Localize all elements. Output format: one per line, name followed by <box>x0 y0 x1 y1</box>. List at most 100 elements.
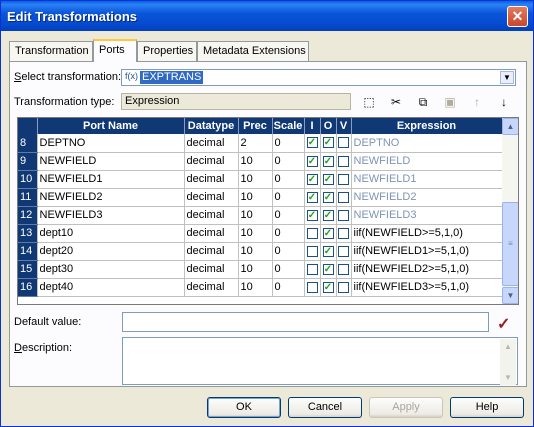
help-button[interactable]: Help <box>450 397 524 418</box>
output-checkbox[interactable]: ✓ <box>322 155 334 167</box>
prec-cell[interactable]: 10 <box>238 260 273 279</box>
description-scrollbar[interactable]: ▲ ▼ <box>500 339 516 385</box>
prec-cell[interactable]: 10 <box>238 206 273 225</box>
tab-properties[interactable]: Properties <box>137 41 197 61</box>
table-row[interactable]: 12 NEWFIELD3 decimal 10 0 ✓ ✓ NEWFIELD3 <box>18 206 503 225</box>
tab-metadata-extensions[interactable]: Metadata Extensions <box>197 41 309 61</box>
variable-checkbox[interactable] <box>338 281 349 293</box>
prec-cell[interactable]: 10 <box>238 188 273 207</box>
table-row[interactable]: 10 NEWFIELD1 decimal 10 0 ✓ ✓ NEWFIELD1 <box>18 170 503 189</box>
prec-cell[interactable]: 10 <box>238 278 273 297</box>
column-header-expression[interactable]: Expression <box>351 118 503 134</box>
row-number[interactable]: 12 <box>18 206 38 225</box>
prec-cell[interactable]: 2 <box>238 134 273 153</box>
scale-cell[interactable]: 0 <box>272 170 305 189</box>
scroll-thumb[interactable]: ≡ <box>502 202 518 286</box>
copy-icon[interactable]: ⧉ <box>414 94 432 110</box>
expression-cell[interactable]: NEWFIELD3 <box>351 206 503 225</box>
row-number[interactable]: 14 <box>18 242 38 261</box>
datatype-cell[interactable]: decimal <box>184 206 239 225</box>
datatype-cell[interactable]: decimal <box>184 224 239 243</box>
table-row[interactable]: 14 dept20 decimal 10 0 ✓ iif(NEWFIELD1>=5,1,0) <box>18 242 503 261</box>
variable-checkbox[interactable] <box>338 227 349 239</box>
row-number[interactable]: 16 <box>18 278 38 297</box>
prec-cell[interactable]: 10 <box>238 170 273 189</box>
column-header-prec[interactable]: Prec <box>238 118 273 134</box>
variable-checkbox[interactable] <box>338 209 349 221</box>
scroll-up-icon[interactable]: ▲ <box>502 118 518 135</box>
port-name-cell[interactable]: NEWFIELD <box>37 152 185 171</box>
expression-cell[interactable]: iif(NEWFIELD3>=5,1,0) <box>351 278 503 297</box>
expression-cell[interactable]: NEWFIELD2 <box>351 188 503 207</box>
table-row[interactable]: 8 DEPTNO decimal 2 0 ✓ ✓ DEPTNO <box>18 134 503 153</box>
cancel-button[interactable]: Cancel <box>288 397 362 418</box>
output-checkbox[interactable]: ✓ <box>322 245 334 257</box>
row-number[interactable]: 9 <box>18 152 38 171</box>
grid-scrollbar[interactable]: ▲ ≡ ▼ <box>502 118 518 304</box>
input-checkbox[interactable]: ✓ <box>306 209 318 221</box>
validate-check-icon[interactable]: ✓ <box>497 314 510 334</box>
port-name-cell[interactable]: dept20 <box>37 242 185 261</box>
table-row[interactable]: 13 dept10 decimal 10 0 ✓ iif(NEWFIELD>=5,1,0) <box>18 224 503 243</box>
variable-checkbox[interactable] <box>338 137 349 149</box>
output-checkbox[interactable]: ✓ <box>322 263 334 275</box>
scale-cell[interactable]: 0 <box>272 188 305 207</box>
output-checkbox[interactable]: ✓ <box>322 227 334 239</box>
default-value-input[interactable] <box>122 312 489 332</box>
tab-ports[interactable]: Ports <box>93 39 137 62</box>
output-checkbox[interactable]: ✓ <box>322 173 334 185</box>
column-header-scale[interactable]: Scale <box>272 118 305 134</box>
row-number[interactable]: 15 <box>18 260 38 279</box>
expression-cell[interactable]: iif(NEWFIELD>=5,1,0) <box>351 224 503 243</box>
port-name-cell[interactable]: dept10 <box>37 224 185 243</box>
port-name-cell[interactable]: NEWFIELD1 <box>37 170 185 189</box>
variable-checkbox[interactable] <box>338 191 349 203</box>
expression-cell[interactable]: iif(NEWFIELD2>=5,1,0) <box>351 260 503 279</box>
row-number[interactable]: 10 <box>18 170 38 189</box>
input-checkbox[interactable] <box>306 245 318 257</box>
variable-checkbox[interactable] <box>338 173 349 185</box>
tab-transformation[interactable]: Transformation <box>9 41 93 61</box>
paste-icon[interactable]: ▣ <box>441 94 459 110</box>
input-checkbox[interactable]: ✓ <box>306 137 318 149</box>
row-number[interactable]: 11 <box>18 188 38 207</box>
datatype-cell[interactable]: decimal <box>184 260 239 279</box>
scale-cell[interactable]: 0 <box>272 134 305 153</box>
port-name-cell[interactable]: dept30 <box>37 260 185 279</box>
scale-cell[interactable]: 0 <box>272 260 305 279</box>
variable-checkbox[interactable] <box>338 263 349 275</box>
column-header-input[interactable]: I <box>304 118 321 134</box>
input-checkbox[interactable] <box>306 263 318 275</box>
apply-button[interactable]: Apply <box>369 397 443 418</box>
table-row[interactable]: 9 NEWFIELD decimal 10 0 ✓ ✓ NEWFIELD <box>18 152 503 171</box>
input-checkbox[interactable]: ✓ <box>306 191 318 203</box>
output-checkbox[interactable]: ✓ <box>322 281 334 293</box>
input-checkbox[interactable] <box>306 227 318 239</box>
close-icon[interactable]: ✕ <box>507 6 528 27</box>
scroll-up-icon[interactable]: ▲ <box>500 339 516 354</box>
variable-checkbox[interactable] <box>338 155 349 167</box>
datatype-cell[interactable]: decimal <box>184 188 239 207</box>
chevron-down-icon[interactable]: ▼ <box>500 71 514 84</box>
datatype-cell[interactable]: decimal <box>184 278 239 297</box>
row-number[interactable]: 8 <box>18 134 38 153</box>
scale-cell[interactable]: 0 <box>272 152 305 171</box>
port-name-cell[interactable]: dept40 <box>37 278 185 297</box>
datatype-cell[interactable]: decimal <box>184 170 239 189</box>
expression-cell[interactable]: NEWFIELD1 <box>351 170 503 189</box>
prec-cell[interactable]: 10 <box>238 152 273 171</box>
output-checkbox[interactable]: ✓ <box>322 137 334 149</box>
table-row[interactable]: 16 dept40 decimal 10 0 ✓ iif(NEWFIELD3>=5,1,0) <box>18 278 503 297</box>
scale-cell[interactable]: 0 <box>272 278 305 297</box>
move-down-icon[interactable]: ↓ <box>495 94 513 110</box>
variable-checkbox[interactable] <box>338 245 349 257</box>
port-name-cell[interactable]: DEPTNO <box>37 134 185 153</box>
datatype-cell[interactable]: decimal <box>184 134 239 153</box>
expression-cell[interactable]: DEPTNO <box>351 134 503 153</box>
datatype-cell[interactable]: decimal <box>184 242 239 261</box>
title-bar[interactable]: Edit Transformations ✕ <box>1 1 533 31</box>
scale-cell[interactable]: 0 <box>272 224 305 243</box>
new-port-icon[interactable]: ⬚ <box>360 94 378 110</box>
expression-cell[interactable]: iif(NEWFIELD1>=5,1,0) <box>351 242 503 261</box>
ok-button[interactable]: OK <box>207 397 281 418</box>
